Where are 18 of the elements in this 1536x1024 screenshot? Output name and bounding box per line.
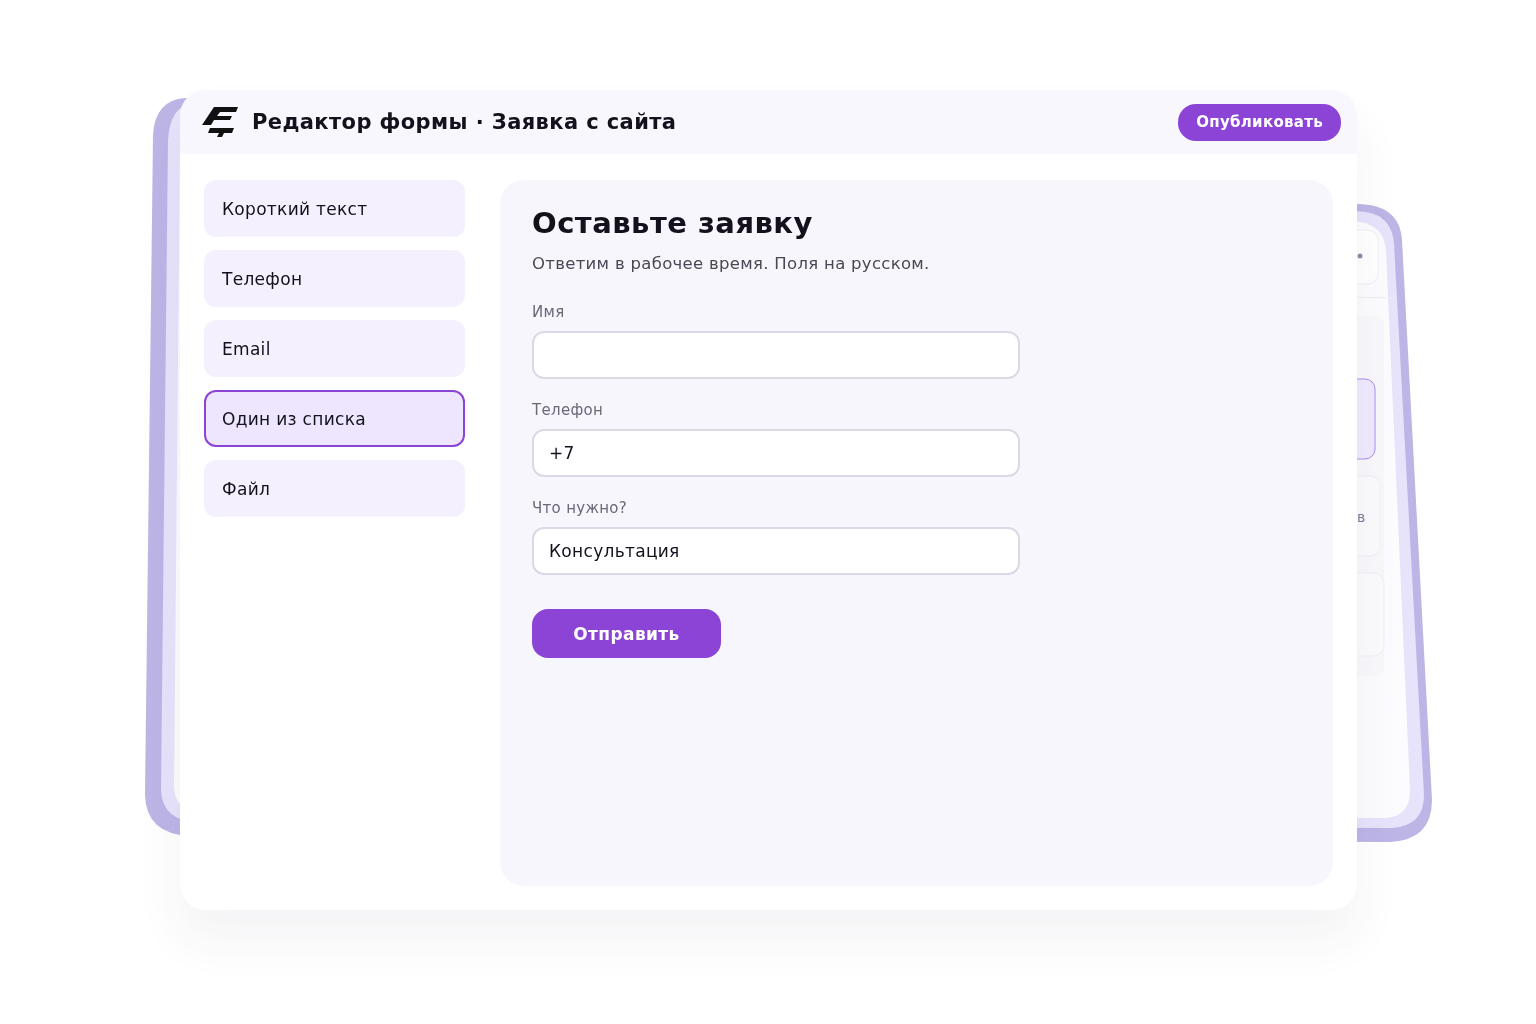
field-type-item[interactable]: Email [204,320,465,377]
input-field[interactable]: Консультация [532,527,1020,575]
form-title: Оставьте заявку [532,206,814,240]
publish-button[interactable]: Опубликовать [1178,103,1341,141]
field-type-item[interactable]: Один из списка [204,390,465,447]
form-subtitle: Ответим в рабочее время. Поля на русском. [532,254,931,273]
field-type-item[interactable]: Короткий текст [204,180,465,237]
logo-icon [202,107,238,137]
field-type-item[interactable]: Файл [204,460,465,517]
input-field[interactable] [532,331,1020,379]
field-type-item[interactable]: Телефон [204,250,465,307]
field-label: Имя [532,303,566,321]
input-field[interactable]: +7 [532,429,1020,477]
field-label-fragment: в [1357,509,1366,525]
field-label: Что нужно? [532,499,629,517]
window-title: Редактор формы · Заявка с сайта [252,110,677,134]
field-label: Телефон [532,401,605,419]
submit-button[interactable]: Отправить [532,609,721,658]
